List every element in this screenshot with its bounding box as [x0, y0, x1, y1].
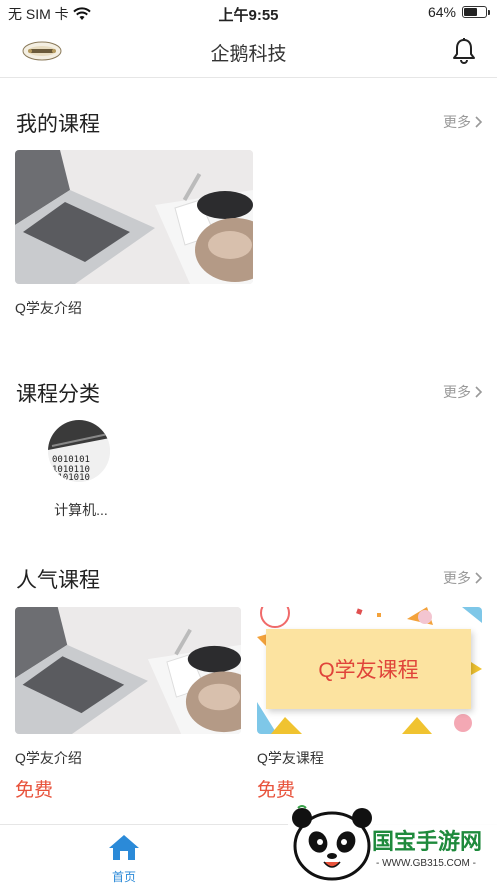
- popular-course-price: 免费: [257, 780, 296, 801]
- svg-text:0101010: 0101010: [52, 473, 90, 482]
- my-course-thumbnail[interactable]: [15, 150, 253, 284]
- banner-card: Q学友课程: [266, 629, 471, 709]
- categories-header: 课程分类 更多: [16, 378, 483, 408]
- banner-title: Q学友课程: [318, 659, 419, 682]
- more-label: 更多: [443, 570, 471, 586]
- watermark-url: - WWW.GB315.COM -: [376, 858, 476, 869]
- home-icon: [109, 835, 139, 860]
- chevron-right-icon: [475, 572, 483, 584]
- laptop-writing-image: [15, 150, 253, 284]
- chevron-right-icon: [475, 386, 483, 398]
- chevron-right-icon: [475, 116, 483, 128]
- battery-icon: [462, 6, 490, 18]
- my-courses-more-button[interactable]: 更多: [443, 112, 483, 132]
- categories-title: 课程分类: [16, 383, 100, 406]
- my-courses-header: 我的课程 更多: [16, 108, 483, 138]
- status-time: 上午9:55: [218, 7, 279, 24]
- more-label: 更多: [443, 384, 471, 400]
- more-label: 更多: [443, 114, 471, 130]
- tab-home-label: 首页: [111, 870, 136, 883]
- status-right: 64%: [427, 4, 490, 20]
- page-title: 企鹅科技: [210, 44, 287, 65]
- tab-home[interactable]: 首页: [100, 833, 148, 883]
- popular-course-thumbnail[interactable]: [15, 607, 241, 734]
- nav-bar: 企鹅科技: [0, 26, 497, 78]
- status-bar: 无 SIM 卡 上午9:55 64%: [0, 0, 497, 26]
- category-computer-icon[interactable]: 0010101 1010110 0101010: [48, 420, 110, 482]
- watermark-brand: 国宝手游网: [372, 830, 483, 855]
- popular-course-price: 免费: [15, 780, 54, 801]
- watermark: 国宝手游网 - WWW.GB315.COM -: [288, 802, 497, 883]
- battery-fill: [464, 8, 478, 16]
- popular-course-caption[interactable]: Q学友介绍: [15, 748, 82, 768]
- svg-text:0010101: 0010101: [52, 455, 90, 465]
- category-label[interactable]: 计算机...: [38, 500, 124, 520]
- popular-course-caption[interactable]: Q学友课程: [257, 748, 324, 768]
- my-courses-title: 我的课程: [16, 113, 100, 136]
- battery-percent: 64%: [427, 4, 456, 20]
- popular-title: 人气课程: [16, 569, 100, 592]
- popular-more-button[interactable]: 更多: [443, 568, 483, 588]
- my-course-caption[interactable]: Q学友介绍: [15, 298, 82, 318]
- categories-more-button[interactable]: 更多: [443, 382, 483, 402]
- popular-header: 人气课程 更多: [16, 564, 483, 594]
- bell-icon[interactable]: [451, 37, 477, 65]
- binary-code-image: 0010101 1010110 0101010: [48, 420, 110, 482]
- popular-course-banner[interactable]: Q学友课程: [257, 607, 482, 734]
- laptop-writing-image: [15, 607, 241, 734]
